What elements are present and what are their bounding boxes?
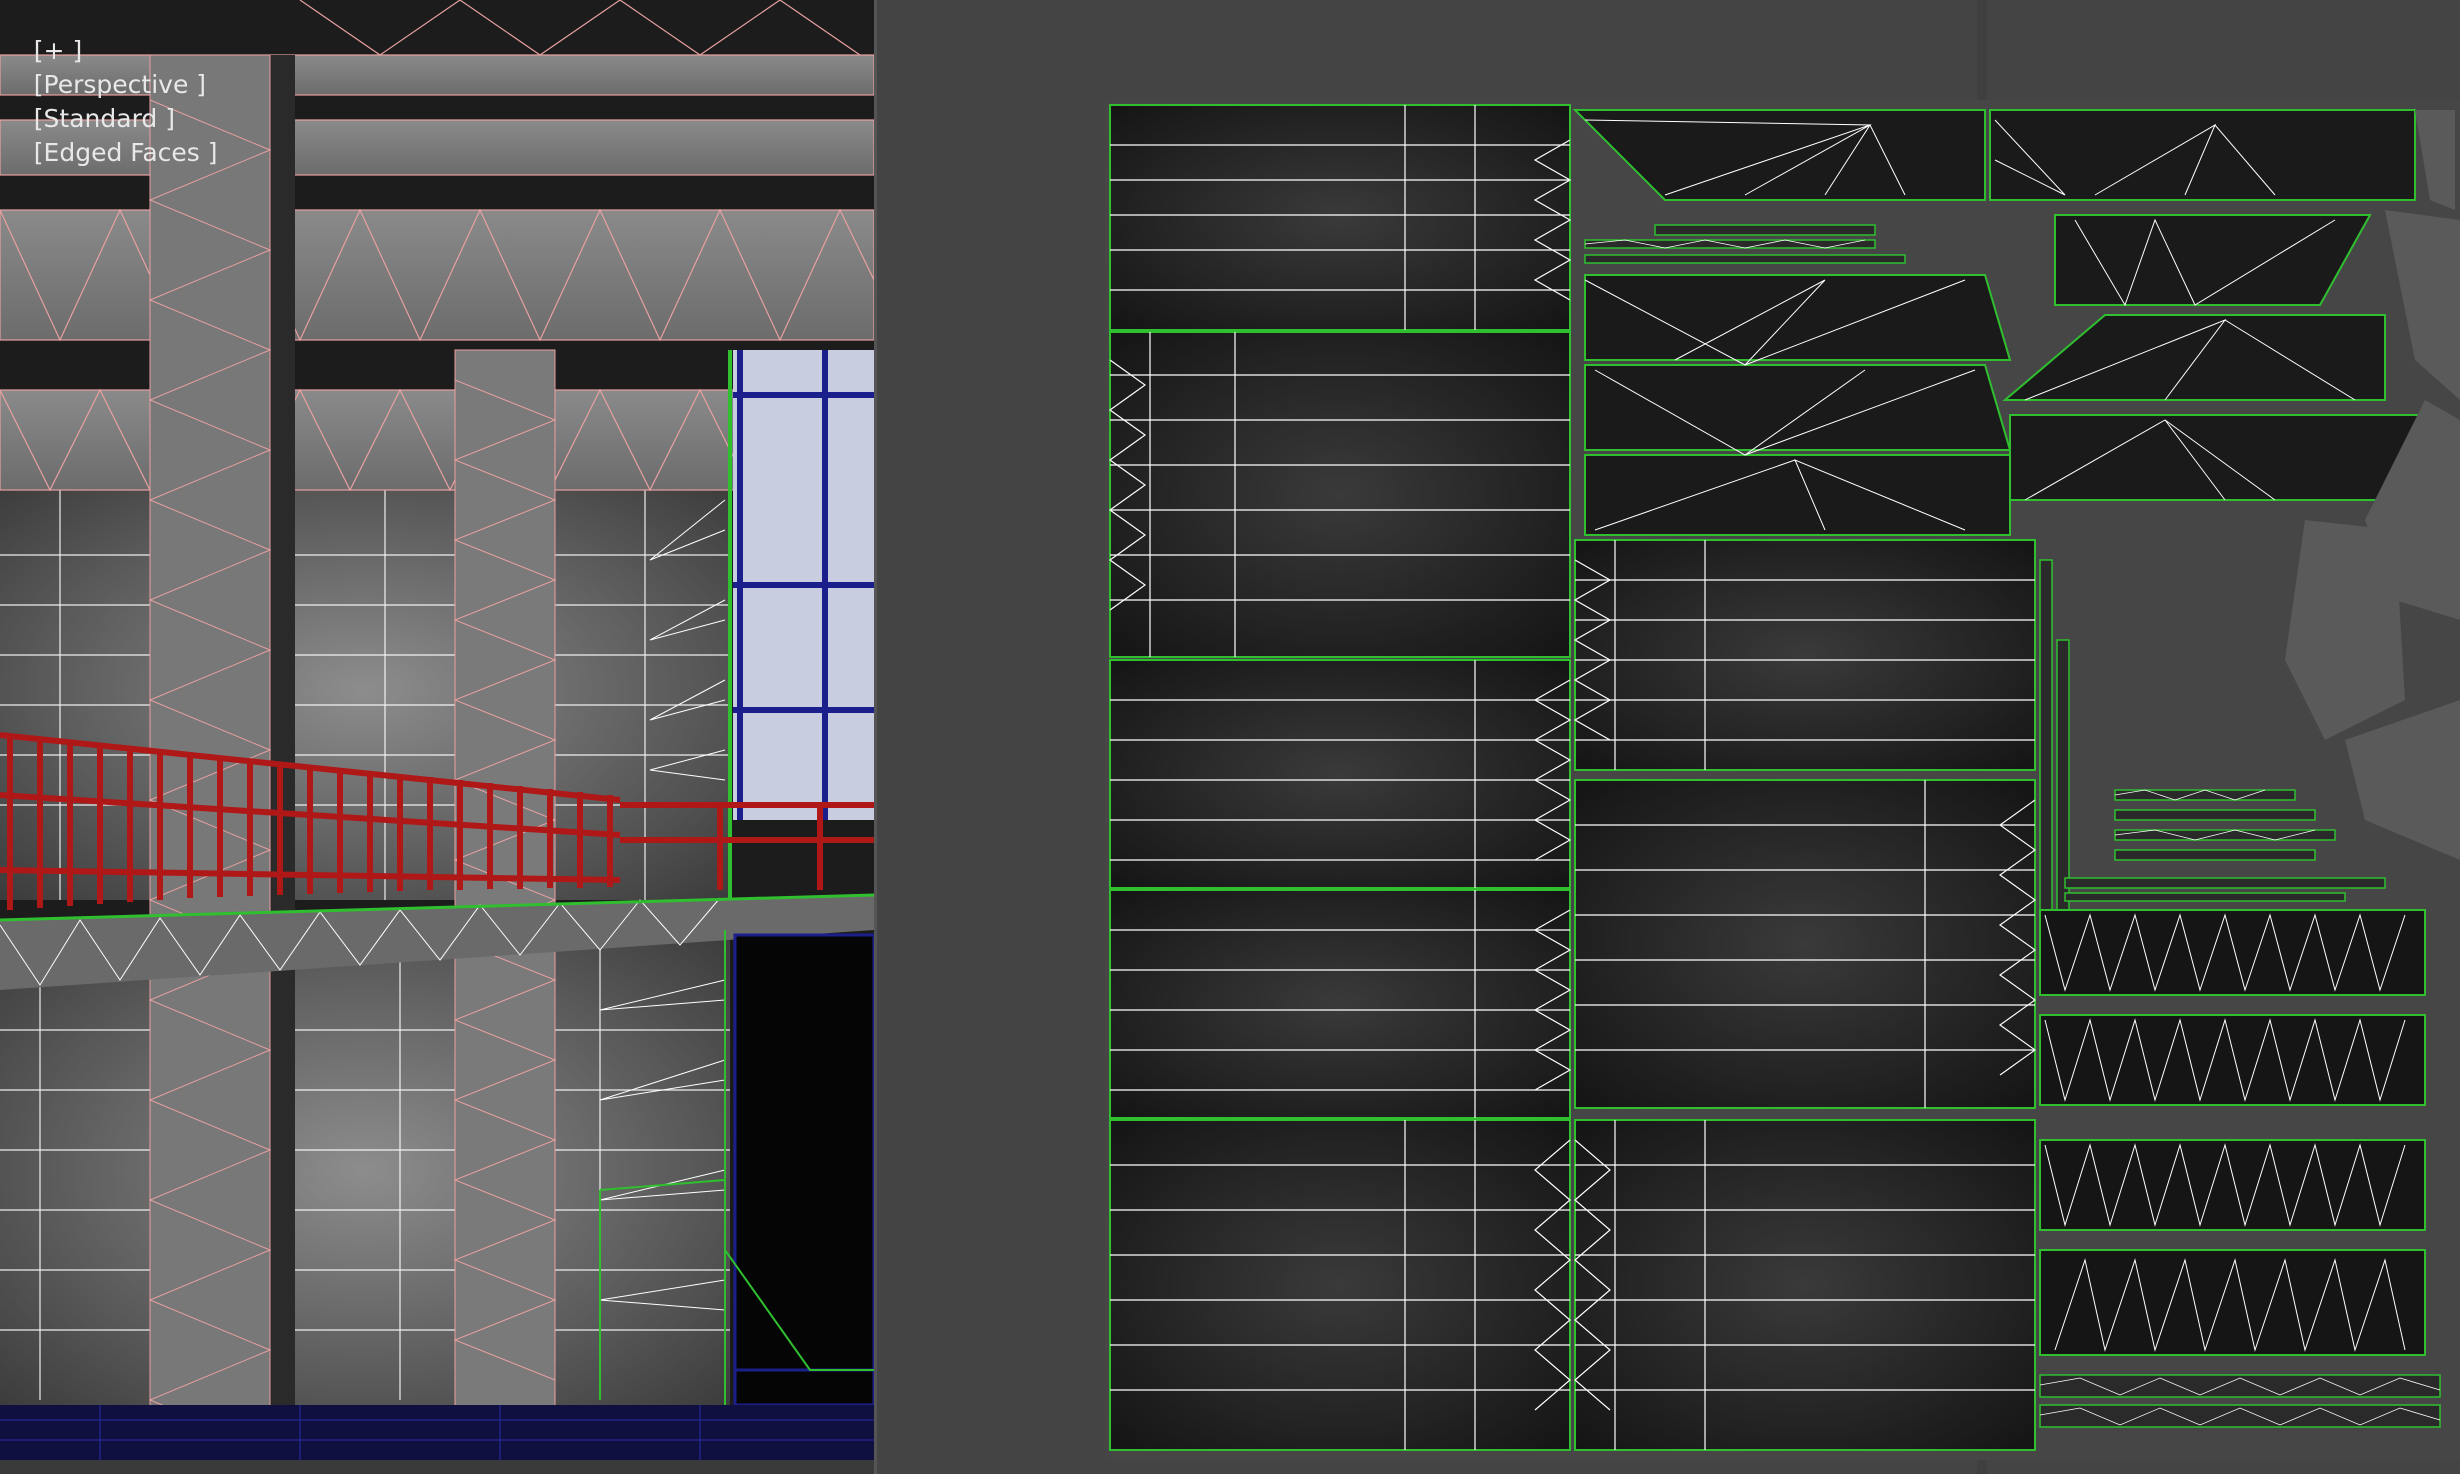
viewport-view-label[interactable]: [Perspective ] <box>34 70 206 99</box>
uv-island-column-middle <box>1574 539 2036 1451</box>
main-beam-upper <box>0 210 874 340</box>
viewport-label: [+ ] [Perspective ] [Standard ] [Edged F… <box>2 0 218 167</box>
uv-islands-canvas[interactable] <box>1105 100 2460 1460</box>
lower-wall <box>0 930 730 1410</box>
viewport-display-label[interactable]: [Edged Faces ] <box>34 138 218 167</box>
perspective-viewport[interactable]: [+ ] [Perspective ] [Standard ] [Edged F… <box>0 0 874 1460</box>
doorway <box>735 935 874 1405</box>
column-right <box>455 350 555 1420</box>
viewport-menu-button[interactable]: [+ ] <box>34 36 82 65</box>
viewport-shading-label[interactable]: [Standard ] <box>34 104 175 133</box>
viewport-scene <box>0 0 874 1460</box>
uv-island-column-left <box>1109 104 1571 1451</box>
